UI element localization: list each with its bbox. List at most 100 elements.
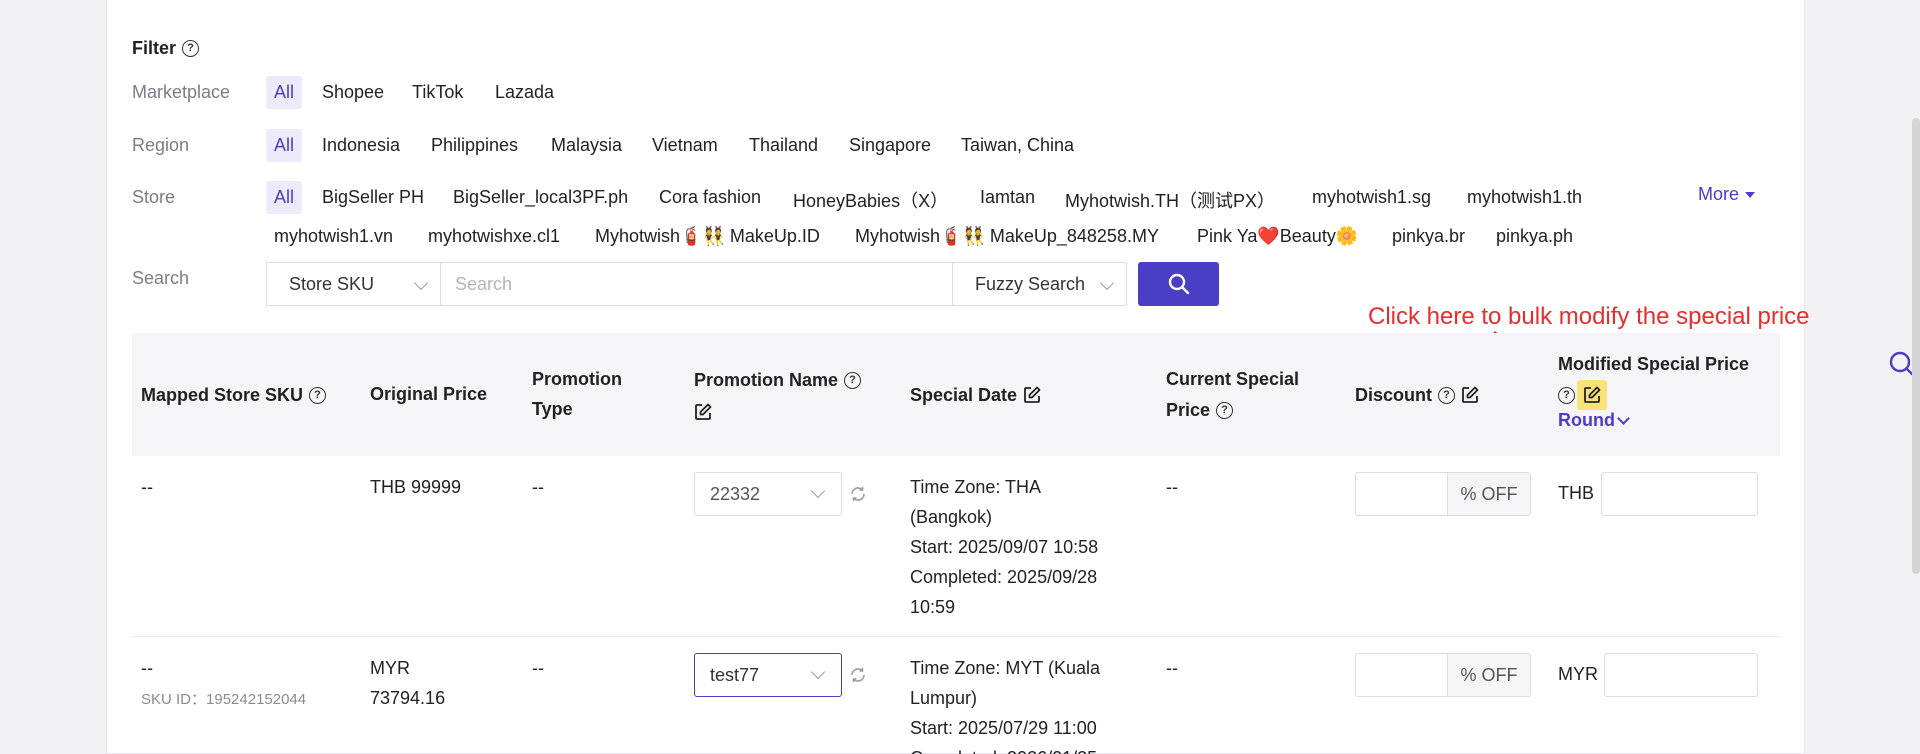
region-label: Region — [132, 135, 190, 155]
store-option[interactable]: Myhotwish🧯👯 MakeUp_848258.MY — [855, 226, 1159, 247]
filter-title: Filter ? — [132, 38, 200, 59]
header-modified-special-price: Modified Special Price ? — [1558, 349, 1750, 411]
chevron-down-icon — [810, 664, 826, 680]
row1-original-price: THB 99999 — [370, 477, 462, 497]
row2-discount-field[interactable]: % OFF — [1355, 653, 1531, 697]
marketplace-option-all[interactable]: All — [266, 76, 303, 109]
region-option-vietnam[interactable]: Vietnam — [652, 135, 718, 156]
header-special-date-label: Special Date — [910, 385, 1018, 406]
help-icon[interactable]: ? — [309, 386, 327, 404]
region-option-malaysia[interactable]: Malaysia — [551, 135, 622, 156]
store-option[interactable]: BigSeller_local3PF.ph — [453, 187, 628, 208]
search-field-select[interactable]: Store SKU — [266, 262, 441, 306]
marketplace-option-shopee[interactable]: Shopee — [322, 82, 384, 103]
row1-promotion-value: 22332 — [710, 483, 761, 504]
search-input[interactable] — [440, 262, 953, 306]
help-icon[interactable]: ? — [182, 40, 200, 57]
store-option[interactable]: HoneyBabies（X） — [793, 187, 948, 213]
filter-title-text: Filter — [132, 38, 177, 58]
header-promotion-name-label: Promotion Name — [694, 370, 839, 391]
chevron-down-icon — [1617, 411, 1630, 425]
page-scrollbar[interactable] — [1912, 118, 1920, 574]
row2-promotion-value: test77 — [710, 664, 760, 685]
store-option-all[interactable]: All — [266, 181, 303, 214]
header-special-date: Special Date — [910, 379, 1041, 410]
row2-date-line: Lumpur) — [910, 688, 978, 708]
help-icon[interactable]: ? — [1438, 386, 1456, 404]
row2-price-amount: 73794.16 — [370, 688, 446, 708]
store-option[interactable]: myhotwishxe.cl1 — [428, 226, 560, 247]
store-option[interactable]: Myhotwish.TH（测试PX） — [1065, 187, 1275, 213]
region-option-philippines[interactable]: Philippines — [431, 135, 518, 156]
region-option-thailand[interactable]: Thailand — [749, 135, 818, 156]
row2-date-line: Completed: 2026/01/25 — [910, 743, 1100, 754]
row1-currency: THB — [1558, 483, 1594, 503]
row1-mapped-sku: -- — [141, 477, 153, 497]
header-promotion-type-line1: Promotion — [532, 369, 622, 389]
more-stores-button[interactable]: More — [1698, 184, 1756, 205]
store-option[interactable]: Pink Ya❤️Beauty🌼 — [1197, 226, 1358, 247]
region-option-indonesia[interactable]: Indonesia — [322, 135, 400, 156]
help-icon[interactable]: ? — [1558, 386, 1575, 404]
bulk-modify-annotation: Click here to bulk modify the special pr… — [1368, 303, 1810, 330]
help-icon[interactable]: ? — [1216, 401, 1234, 419]
region-option-singapore[interactable]: Singapore — [849, 135, 931, 156]
round-dropdown[interactable]: Round — [1558, 410, 1630, 431]
region-option-all[interactable]: All — [266, 129, 303, 162]
row1-discount-field[interactable]: % OFF — [1355, 472, 1531, 516]
region-option-taiwan[interactable]: Taiwan, China — [961, 135, 1074, 156]
chevron-down-icon — [413, 275, 429, 291]
refresh-icon[interactable] — [849, 666, 867, 684]
store-option[interactable]: myhotwish1.vn — [274, 226, 393, 247]
store-label: Store — [132, 187, 176, 207]
store-option[interactable]: myhotwish1.th — [1467, 187, 1582, 208]
store-option[interactable]: Iamtan — [980, 187, 1035, 208]
row2-promotion-select[interactable]: test77 — [694, 653, 842, 697]
header-promotion-type: Promotion Type — [532, 364, 622, 424]
row2-mapped-sku: -- — [141, 658, 153, 678]
edit-icon — [1584, 386, 1601, 404]
row1-promotion-select[interactable]: 22332 — [694, 472, 842, 516]
store-option[interactable]: pinkya.ph — [1496, 226, 1573, 247]
store-option[interactable]: myhotwish1.sg — [1312, 187, 1431, 208]
header-promotion-name: Promotion Name? — [694, 364, 862, 425]
row2-promotion-type: -- — [532, 658, 544, 678]
header-current-special-line1: Current Special — [1166, 369, 1300, 389]
help-icon[interactable]: ? — [844, 371, 862, 389]
search-mode-value: Fuzzy Search — [975, 273, 1086, 294]
chevron-down-icon — [1099, 275, 1115, 291]
search-mode-select[interactable]: Fuzzy Search — [952, 262, 1127, 306]
header-modified-special-label: Modified Special Price — [1558, 354, 1750, 374]
header-discount-label: Discount — [1355, 385, 1433, 406]
row2-date-line: Start: 2025/07/29 11:00 — [910, 718, 1097, 738]
bulk-edit-special-price-button[interactable] — [1577, 380, 1607, 411]
marketplace-option-lazada[interactable]: Lazada — [495, 82, 554, 103]
edit-icon[interactable] — [1023, 386, 1041, 404]
header-discount: Discount? — [1355, 379, 1479, 410]
marketplace-option-tiktok[interactable]: TikTok — [412, 82, 463, 103]
refresh-icon[interactable] — [849, 485, 867, 503]
search-button[interactable] — [1138, 262, 1219, 306]
row1-date-line: Time Zone: THA — [910, 477, 1042, 497]
edit-icon[interactable] — [694, 403, 712, 421]
caret-down-icon — [1745, 191, 1756, 198]
search-field-value: Store SKU — [289, 273, 375, 294]
store-option[interactable]: Cora fashion — [659, 187, 761, 208]
store-option[interactable]: BigSeller PH — [322, 187, 424, 208]
row1-date-line: (Bangkok) — [910, 507, 993, 527]
row2-special-price-input[interactable] — [1604, 653, 1758, 697]
row2-special-date: Time Zone: MYT (Kuala Lumpur) Start: 202… — [910, 653, 1100, 754]
header-current-special-line2: Price — [1166, 400, 1211, 421]
row2-discount-suffix: % OFF — [1448, 654, 1530, 696]
row1-discount-input[interactable] — [1356, 473, 1448, 515]
row1-date-line: Start: 2025/09/07 10:58 — [910, 537, 1099, 557]
store-option[interactable]: Myhotwish🧯👯 MakeUp.ID — [595, 226, 820, 247]
row1-special-price-input[interactable] — [1601, 472, 1758, 516]
header-mapped-sku: Mapped Store SKU? — [141, 379, 327, 410]
edit-icon[interactable] — [1461, 386, 1479, 404]
store-option[interactable]: pinkya.br — [1392, 226, 1465, 247]
row1-promotion-type: -- — [532, 477, 544, 497]
row2-discount-input[interactable] — [1356, 654, 1448, 696]
more-label: More — [1698, 184, 1740, 204]
row2-date-line: Time Zone: MYT (Kuala — [910, 658, 1101, 678]
